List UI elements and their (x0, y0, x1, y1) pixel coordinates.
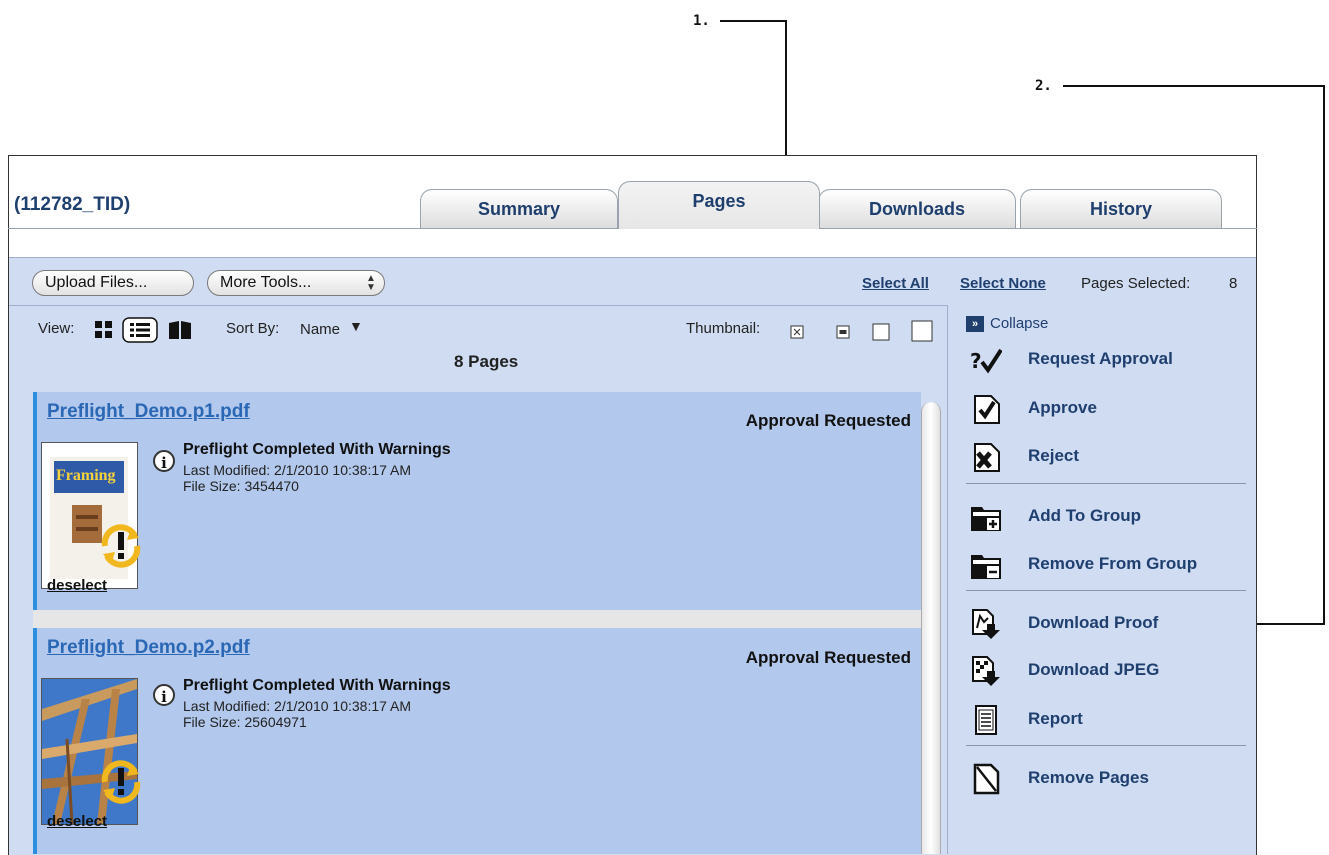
reject-button[interactable]: Reject (970, 439, 1260, 475)
tab-summary[interactable]: Summary (420, 189, 618, 229)
actions-divider (966, 483, 1246, 484)
view-label: View: (38, 320, 75, 337)
row-separator (33, 610, 921, 628)
thumb-size-medium-icon[interactable] (872, 323, 890, 341)
page-filename-link[interactable]: Preflight_Demo.p2.pdf (47, 637, 250, 659)
deselect-link[interactable]: deselect (47, 813, 107, 830)
more-tools-select[interactable]: More Tools... ▲ ▼ (207, 270, 385, 296)
sort-by-label: Sort By: (226, 320, 280, 337)
report-label: Report (1028, 709, 1083, 728)
select-all-link[interactable]: Select All (862, 275, 929, 292)
callout-2-line-h (1063, 85, 1325, 87)
pages-selected-label: Pages Selected: (1081, 275, 1191, 292)
pages-selected-count: 8 (1229, 275, 1238, 292)
callout-1-label: 1. (693, 13, 710, 29)
approve-icon (974, 395, 1000, 424)
more-tools-label: More Tools... (220, 274, 312, 291)
view-spread-icon[interactable] (168, 320, 192, 340)
upload-files-button[interactable]: Upload Files... (32, 270, 194, 296)
approval-status: Approval Requested (745, 648, 911, 667)
deselect-link[interactable]: deselect (47, 577, 107, 594)
info-icon[interactable]: i (153, 684, 175, 706)
toolbar-divider (9, 305, 947, 306)
tab-pages[interactable]: Pages (618, 181, 820, 229)
actions-divider (966, 745, 1246, 746)
callout-2-line-v (1323, 85, 1325, 625)
page-filename-link[interactable]: Preflight_Demo.p1.pdf (47, 401, 250, 423)
job-title: (112782_TID) (14, 194, 131, 215)
vertical-scrollbar[interactable] (921, 402, 941, 854)
request-approval-label: Request Approval (1028, 349, 1173, 368)
remove-pages-label: Remove Pages (1028, 768, 1149, 787)
file-size: File Size: 3454470 (183, 478, 299, 494)
approve-label: Approve (1028, 398, 1097, 417)
warning-sync-icon (101, 760, 141, 804)
remove-pages-icon (973, 763, 1000, 795)
sort-dropdown-icon[interactable]: ▼ (349, 318, 363, 334)
tab-downloads[interactable]: Downloads (818, 189, 1016, 229)
download-proof-icon (972, 609, 1000, 639)
thumb-size-small-icon[interactable] (836, 325, 850, 339)
thumb-cover-text: Framing (56, 467, 116, 484)
report-button[interactable]: Report (970, 702, 1260, 738)
sidebar-divider (947, 305, 948, 854)
view-grid-icon[interactable] (94, 320, 114, 340)
reject-icon (974, 443, 1000, 472)
upload-files-label: Upload Files... (45, 274, 148, 291)
preflight-status: Preflight Completed With Warnings (183, 441, 451, 458)
request-approval-icon: ? (970, 348, 1002, 374)
approve-button[interactable]: Approve (970, 391, 1260, 427)
collapse-button[interactable]: » Collapse (966, 314, 1086, 336)
reject-label: Reject (1028, 446, 1080, 465)
download-proof-label: Download Proof (1028, 613, 1159, 632)
warning-sync-icon (101, 524, 141, 568)
page-row[interactable]: Preflight_Demo.p1.pdf Approval Requested… (33, 392, 921, 610)
file-size: File Size: 25604971 (183, 714, 307, 730)
last-modified: Last Modified: 2/1/2010 10:38:17 AM (183, 462, 412, 478)
preflight-status: Preflight Completed With Warnings (183, 677, 451, 694)
info-icon[interactable]: i (153, 450, 175, 472)
download-jpeg-icon (972, 656, 1000, 686)
select-stepper-icon: ▲ ▼ (366, 273, 376, 293)
collapse-label: Collapse (990, 315, 1049, 332)
callout-1-line-h (720, 20, 786, 22)
add-to-group-button[interactable]: Add To Group (970, 499, 1260, 535)
thumb-size-large-icon[interactable] (911, 320, 933, 342)
tab-history[interactable]: History (1020, 189, 1222, 229)
remove-from-group-button[interactable]: Remove From Group (970, 547, 1260, 583)
add-to-group-label: Add To Group (1028, 506, 1141, 525)
download-jpeg-label: Download JPEG (1028, 660, 1160, 679)
thumbnail-label: Thumbnail: (686, 320, 761, 337)
sort-by-value[interactable]: Name (300, 321, 340, 338)
remove-pages-button[interactable]: Remove Pages (970, 761, 1260, 797)
report-icon (975, 705, 997, 735)
download-jpeg-button[interactable]: Download JPEG (970, 653, 1260, 689)
last-modified: Last Modified: 2/1/2010 10:38:17 AM (183, 698, 412, 714)
page-row[interactable]: Preflight_Demo.p2.pdf Approval Requested… (33, 628, 921, 854)
select-none-link[interactable]: Select None (960, 275, 1046, 292)
approval-status: Approval Requested (745, 411, 911, 430)
collapse-icon: » (966, 316, 984, 332)
callout-2-label: 2. (1035, 78, 1052, 94)
svg-text:?: ? (970, 349, 982, 373)
folder-add-icon (971, 507, 1001, 531)
actions-divider (966, 590, 1246, 591)
folder-remove-icon (971, 555, 1001, 579)
thumb-size-tiny-icon[interactable] (790, 325, 804, 339)
remove-from-group-label: Remove From Group (1028, 554, 1198, 573)
page-count: 8 Pages (454, 352, 519, 371)
view-list-icon[interactable] (122, 317, 158, 343)
download-proof-button[interactable]: Download Proof (970, 606, 1260, 642)
request-approval-button[interactable]: ? Request Approval (970, 342, 1260, 378)
